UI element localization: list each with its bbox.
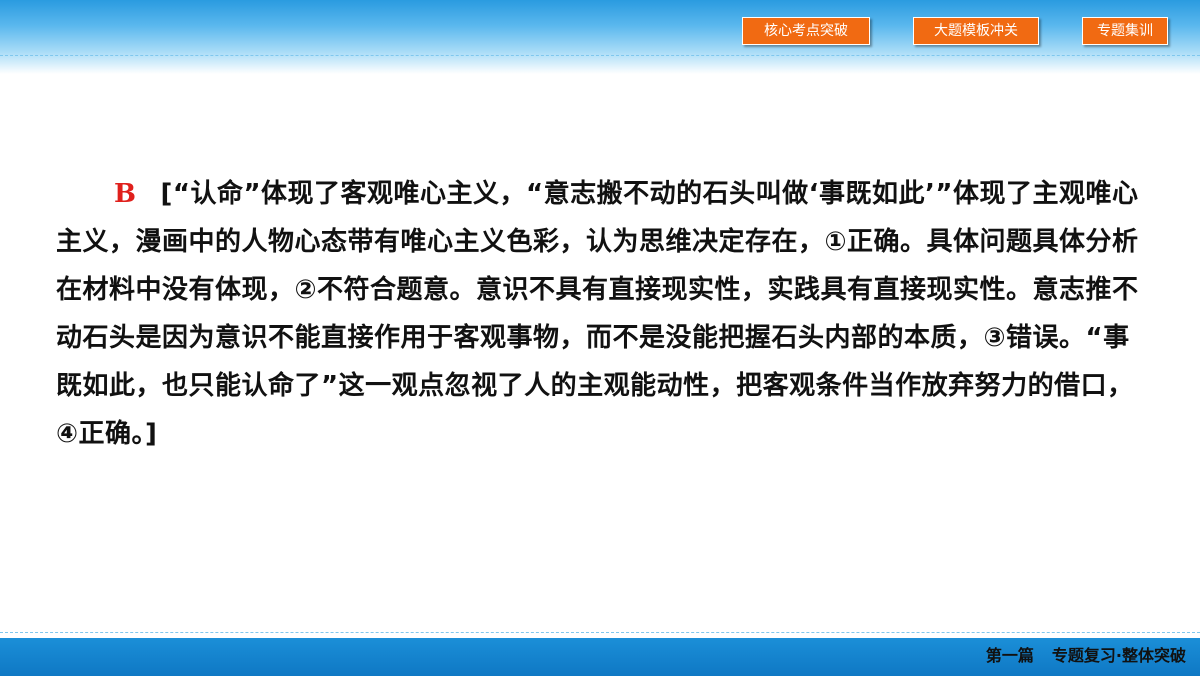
answer-letter: B <box>114 179 137 209</box>
nav-button-question-templates[interactable]: 大题模板冲关 <box>913 17 1039 45</box>
footer-part: 第一篇 <box>985 646 1034 665</box>
footer-section: 专题复习·整体突破 <box>1051 646 1186 665</box>
nav-button-core-points[interactable]: 核心考点突破 <box>742 17 870 45</box>
footer-divider <box>0 632 1200 633</box>
nav-button-topic-training[interactable]: 专题集训 <box>1082 17 1168 45</box>
header-divider <box>0 55 1200 56</box>
explanation-text: [“认命”体现了客观唯心主义，“意志搬不动的石头叫做‘事既如此’”体现了主观唯心… <box>56 179 1139 449</box>
explanation-text-block: B [“认命”体现了客观唯心主义，“意志搬不动的石头叫做‘事既如此’”体现了主观唯… <box>56 170 1148 458</box>
footer-label: 第一篇 专题复习·整体突破 <box>986 640 1186 672</box>
